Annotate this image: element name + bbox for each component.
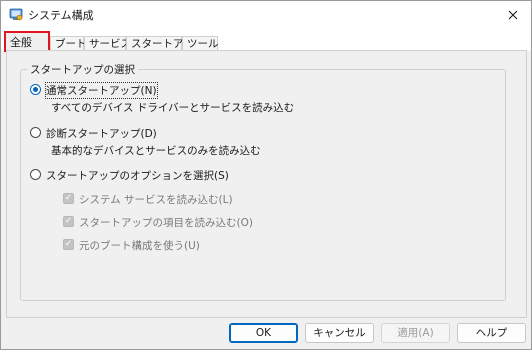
cancel-button[interactable]: キャンセル [305,323,374,343]
ok-button[interactable]: OK [229,323,298,343]
help-button[interactable]: ヘルプ [457,323,526,343]
load-system-services-label: システム サービスを読み込む(L) [79,194,233,206]
diagnostic-startup-label[interactable]: 診断スタートアップ(D) [46,126,157,141]
normal-startup-label[interactable]: 通常スタートアップ(N) [45,82,158,99]
tab-boot[interactable]: ブート [50,36,87,51]
group-title: スタートアップの選択 [27,62,138,77]
title-bar: システム構成 [1,1,531,29]
use-original-boot-config-checkbox[interactable]: ✓ [63,239,74,250]
selective-startup-radio[interactable] [30,169,41,180]
selective-startup-label[interactable]: スタートアップのオプションを選択(S) [46,168,229,183]
window-title: システム構成 [28,9,94,22]
system-configuration-window: システム構成 全般 ブート サービス スタートアップ ツール スタートアップの選… [0,0,532,350]
tab-startup[interactable]: スタートアップ [126,36,205,51]
apply-button[interactable]: 適用(A) [381,323,450,343]
diagnostic-startup-radio[interactable] [30,127,41,138]
msconfig-icon [9,8,23,21]
tab-strip: 全般 ブート サービス スタートアップ ツール [1,29,531,52]
tab-general[interactable]: 全般 [4,31,50,52]
use-original-boot-config-label: 元のブート構成を使う(U) [79,240,200,252]
tab-services[interactable]: サービス [84,36,131,51]
close-button[interactable] [495,1,531,29]
diagnostic-startup-description: 基本的なデバイスとサービスのみを読み込む [51,145,261,157]
close-icon [508,10,518,20]
load-startup-items-label: スタートアップの項目を読み込む(O) [79,217,253,229]
tab-tools[interactable]: ツール [182,36,219,51]
normal-startup-description: すべてのデバイス ドライバーとサービスを読み込む [51,102,295,114]
load-startup-items-checkbox[interactable]: ✓ [63,216,74,227]
startup-selection-group: スタートアップの選択 通常スタートアップ(N) すべてのデバイス ドライバーとサ… [20,62,506,301]
general-tab-panel: スタートアップの選択 通常スタートアップ(N) すべてのデバイス ドライバーとサ… [6,50,527,318]
load-system-services-checkbox[interactable]: ✓ [63,193,74,204]
normal-startup-radio[interactable] [30,84,41,95]
